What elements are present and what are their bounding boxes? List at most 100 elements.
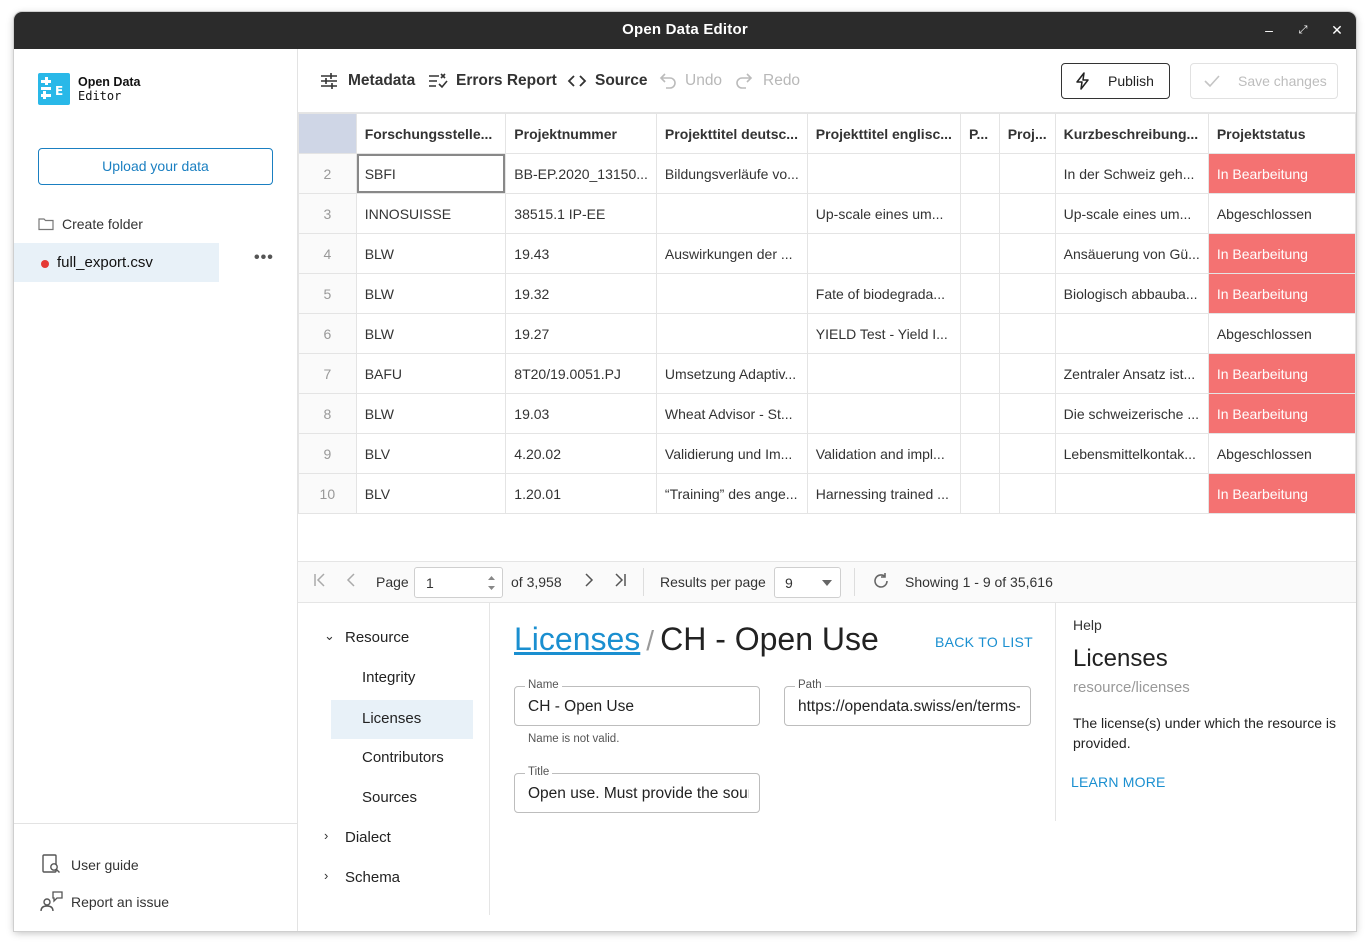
table-cell[interactable] — [998, 313, 1056, 354]
table-cell[interactable] — [655, 193, 808, 234]
table-cell[interactable] — [998, 193, 1056, 234]
table-cell[interactable] — [959, 193, 1000, 234]
title-field[interactable]: Title Open use. Must provide the source. — [514, 766, 760, 813]
refresh-icon[interactable] — [872, 572, 890, 593]
table-cell[interactable]: Biologisch abbauba... — [1054, 273, 1209, 314]
table-cell[interactable]: Bildungsverläufe vo... — [655, 153, 808, 194]
table-cell[interactable]: Harnessing trained ... — [806, 473, 961, 514]
table-cell[interactable]: In Bearbeitung — [1207, 473, 1356, 514]
nav-contributors[interactable]: Contributors — [331, 740, 473, 776]
last-page-icon[interactable] — [612, 572, 628, 591]
table-cell[interactable]: 38515.1 IP-EE — [505, 193, 657, 234]
table-cell[interactable]: Up-scale eines um... — [1054, 193, 1209, 234]
table-cell[interactable] — [959, 393, 1000, 434]
table-cell[interactable] — [959, 153, 1000, 194]
table-cell[interactable]: BLV — [355, 473, 507, 514]
row-number[interactable]: 9 — [298, 433, 357, 474]
table-cell[interactable] — [1054, 473, 1209, 514]
table-cell[interactable]: In Bearbeitung — [1207, 153, 1356, 194]
row-number[interactable]: 10 — [298, 473, 357, 514]
row-number[interactable]: 8 — [298, 393, 357, 434]
table-cell[interactable] — [998, 273, 1056, 314]
next-page-icon[interactable] — [580, 572, 596, 591]
name-field[interactable]: Name CH - Open Use — [514, 679, 760, 726]
table-cell[interactable]: Zentraler Ansatz ist... — [1054, 353, 1209, 394]
table-cell[interactable] — [998, 433, 1056, 474]
table-cell[interactable]: Auswirkungen der ... — [655, 233, 808, 274]
nav-resource[interactable]: ⌄ Resource — [298, 620, 478, 656]
table-cell[interactable]: 19.43 — [505, 233, 657, 274]
table-cell[interactable]: BLW — [355, 313, 507, 354]
file-item-full-export[interactable]: full_export.csv — [14, 243, 219, 282]
stepper-arrows-icon[interactable] — [487, 574, 496, 592]
more-options-icon[interactable]: ••• — [254, 249, 274, 267]
table-cell[interactable] — [1054, 313, 1209, 354]
first-page-icon[interactable] — [312, 572, 328, 591]
table-cell[interactable]: In der Schweiz geh... — [1054, 153, 1209, 194]
table-cell[interactable] — [998, 473, 1056, 514]
row-number[interactable]: 5 — [298, 273, 357, 314]
maximize-icon[interactable]: ⤢ — [1291, 19, 1315, 41]
close-icon[interactable]: ✕ — [1325, 19, 1349, 41]
table-cell[interactable] — [806, 153, 961, 194]
table-cell[interactable]: 19.03 — [505, 393, 657, 434]
column-header[interactable]: Kurzbeschreibung... — [1054, 113, 1209, 154]
back-to-list-link[interactable]: BACK TO LIST — [935, 634, 1033, 650]
table-cell[interactable]: BLW — [355, 273, 507, 314]
table-cell[interactable]: In Bearbeitung — [1207, 233, 1356, 274]
table-cell[interactable]: YIELD Test - Yield I... — [806, 313, 961, 354]
table-cell[interactable]: BLW — [355, 233, 507, 274]
table-cell[interactable]: Lebensmittelkontak... — [1054, 433, 1209, 474]
upload-data-button[interactable]: Upload your data — [38, 148, 273, 185]
column-header[interactable]: Projekttitel deutsc... — [655, 113, 808, 154]
table-cell[interactable]: SBFI — [355, 153, 507, 194]
table-cell[interactable]: Wheat Advisor - St... — [655, 393, 808, 434]
page-number-input[interactable]: 1 — [414, 567, 503, 598]
table-cell[interactable] — [998, 353, 1056, 394]
column-header[interactable]: P... — [959, 113, 1000, 154]
table-cell[interactable] — [806, 353, 961, 394]
table-cell[interactable] — [655, 313, 808, 354]
results-per-page-select[interactable]: 9 — [774, 567, 841, 598]
table-cell[interactable]: Up-scale eines um... — [806, 193, 961, 234]
table-cell[interactable]: Abgeschlossen — [1207, 433, 1356, 474]
breadcrumb-licenses-link[interactable]: Licenses — [514, 621, 640, 657]
table-cell[interactable]: In Bearbeitung — [1207, 393, 1356, 434]
table-cell[interactable]: INNOSUISSE — [355, 193, 507, 234]
table-cell[interactable] — [806, 233, 961, 274]
row-number[interactable]: 2 — [298, 153, 357, 194]
row-number[interactable]: 3 — [298, 193, 357, 234]
column-header[interactable]: Forschungsstelle... — [355, 113, 507, 154]
table-cell[interactable]: Ansäuerung von Gü... — [1054, 233, 1209, 274]
row-number[interactable]: 4 — [298, 233, 357, 274]
column-header[interactable]: Projektstatus — [1207, 113, 1356, 154]
column-header[interactable]: Projektnummer — [505, 113, 657, 154]
table-cell[interactable]: BLV — [355, 433, 507, 474]
table-cell[interactable] — [998, 393, 1056, 434]
table-cell[interactable]: 19.32 — [505, 273, 657, 314]
corner-cell[interactable] — [298, 113, 357, 154]
table-cell[interactable]: Abgeschlossen — [1207, 193, 1356, 234]
table-cell[interactable]: Abgeschlossen — [1207, 313, 1356, 354]
nav-dialect[interactable]: › Dialect — [298, 820, 478, 856]
publish-button[interactable]: Publish — [1061, 63, 1170, 99]
table-cell[interactable]: “Training” des ange... — [655, 473, 808, 514]
column-header[interactable]: Projekttitel englisc... — [806, 113, 961, 154]
table-cell[interactable]: In Bearbeitung — [1207, 273, 1356, 314]
table-cell[interactable] — [959, 273, 1000, 314]
table-cell[interactable] — [998, 233, 1056, 274]
table-cell[interactable]: BAFU — [355, 353, 507, 394]
table-cell[interactable]: 19.27 — [505, 313, 657, 354]
table-cell[interactable]: Fate of biodegrada... — [806, 273, 961, 314]
table-cell[interactable]: 8T20/19.0051.PJ — [505, 353, 657, 394]
row-number[interactable]: 7 — [298, 353, 357, 394]
save-changes-button[interactable]: Save changes — [1190, 63, 1338, 99]
table-cell[interactable]: BLW — [355, 393, 507, 434]
table-cell[interactable]: Umsetzung Adaptiv... — [655, 353, 808, 394]
path-field[interactable]: Path https://opendata.swiss/en/terms-of-… — [784, 679, 1031, 726]
table-cell[interactable]: Die schweizerische ... — [1054, 393, 1209, 434]
table-cell[interactable] — [959, 353, 1000, 394]
table-cell[interactable] — [655, 273, 808, 314]
minimize-icon[interactable]: – — [1257, 19, 1281, 41]
table-cell[interactable]: In Bearbeitung — [1207, 353, 1356, 394]
